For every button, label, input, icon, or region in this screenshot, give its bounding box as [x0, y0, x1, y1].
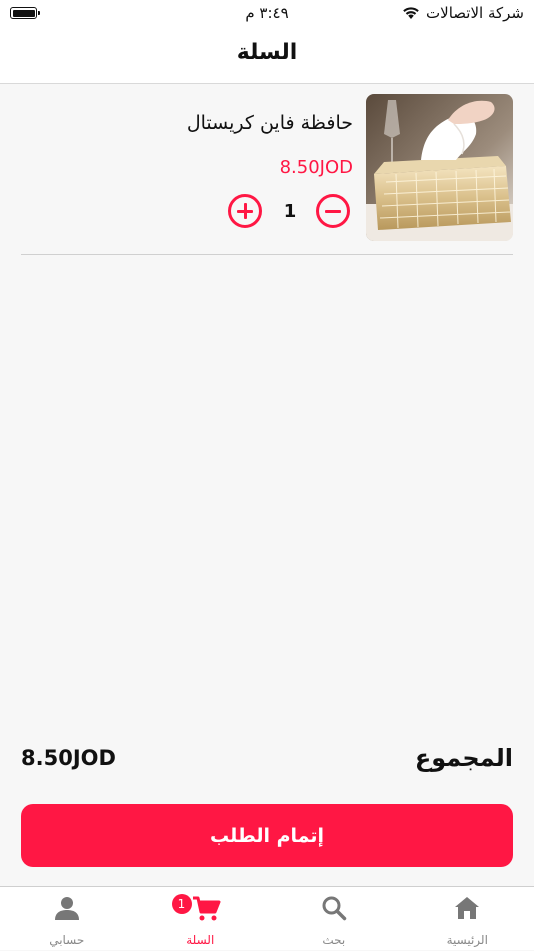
- nav-bar: السلة: [0, 28, 534, 84]
- search-icon: [321, 895, 347, 921]
- cart-icon: [191, 895, 221, 923]
- checkout-label: إتمام الطلب: [210, 825, 324, 847]
- tab-account-label: حسابي: [0, 933, 134, 947]
- total-label: المجموع: [415, 744, 513, 772]
- status-bar: شركة الاتصالات ٣:٤٩ م: [0, 0, 534, 28]
- decrease-quantity-button[interactable]: [316, 194, 350, 228]
- tab-home-label: الرئيسية: [401, 933, 534, 947]
- tab-search[interactable]: بحث: [267, 887, 401, 951]
- quantity-value: 1: [276, 201, 304, 222]
- tab-bar: الرئيسية بحث 1 السلة حسابي: [0, 886, 534, 950]
- home-icon: [453, 895, 481, 921]
- tab-home[interactable]: الرئيسية: [401, 887, 534, 951]
- cart-badge: 1: [172, 894, 192, 914]
- tab-cart[interactable]: 1 السلة: [134, 887, 268, 951]
- minus-icon: [325, 210, 341, 213]
- product-image[interactable]: [366, 94, 513, 241]
- status-time: ٣:٤٩ م: [0, 4, 534, 22]
- tab-account[interactable]: حسابي: [0, 887, 134, 951]
- total-value: 8.50JOD: [21, 746, 116, 770]
- cart-item: حافظة فاين كريستال 8.50JOD 1: [21, 94, 513, 255]
- tab-search-label: بحث: [267, 933, 401, 947]
- increase-quantity-button[interactable]: [228, 194, 262, 228]
- product-name[interactable]: حافظة فاين كريستال: [187, 112, 353, 134]
- page-title: السلة: [0, 40, 534, 65]
- tab-cart-label: السلة: [134, 933, 268, 947]
- person-icon: [54, 895, 80, 921]
- battery-icon: [10, 7, 37, 19]
- checkout-button[interactable]: إتمام الطلب: [21, 804, 513, 867]
- product-price: 8.50JOD: [280, 157, 353, 178]
